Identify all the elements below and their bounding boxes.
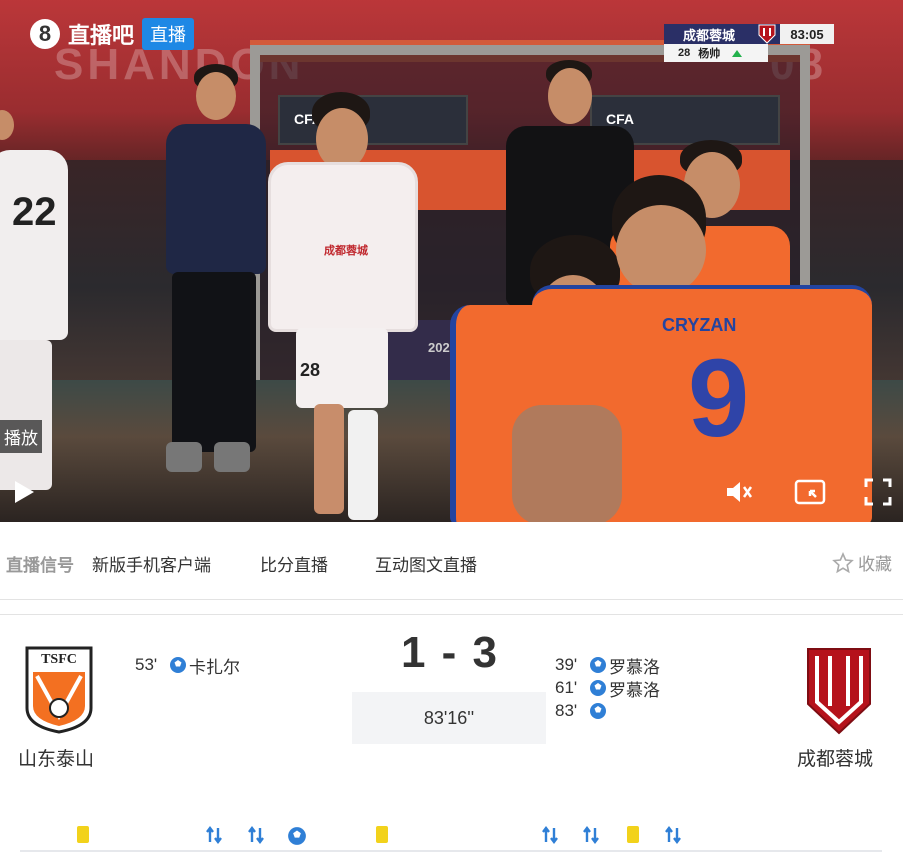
away-team-name[interactable]: 成都蓉城 bbox=[797, 744, 873, 771]
match-clock-text: 83'16'' bbox=[423, 707, 475, 728]
goal-scorer: 罗慕洛 bbox=[609, 657, 660, 677]
yellow-card-icon[interactable] bbox=[627, 826, 639, 843]
jersey-number: 9 bbox=[688, 337, 750, 460]
yellow-card-icon[interactable] bbox=[376, 826, 388, 843]
scorebug-team: 成都蓉城 bbox=[664, 24, 754, 44]
home-goal-row: 53' 卡扎尔 bbox=[135, 654, 240, 677]
jersey-number: 22 bbox=[12, 190, 57, 234]
favorite-button[interactable]: 收藏 bbox=[832, 550, 892, 575]
match-score: 1 - 3 bbox=[400, 628, 500, 677]
play-tooltip: 播放 bbox=[0, 420, 42, 453]
goal-scorer: 卡扎尔 bbox=[189, 657, 240, 677]
volume-icon bbox=[727, 482, 753, 502]
tv-scorebug: 成都蓉城 83:05 28 杨帅 bbox=[664, 24, 834, 64]
goal-icon[interactable] bbox=[287, 826, 307, 851]
football-icon bbox=[590, 680, 606, 696]
substitution-icon[interactable] bbox=[541, 826, 559, 849]
favorite-label: 收藏 bbox=[858, 555, 892, 574]
football-icon bbox=[590, 657, 606, 673]
chengdu-crest-icon bbox=[807, 648, 871, 735]
signal-link-mobile-app[interactable]: 新版手机客户端 bbox=[92, 551, 211, 576]
goal-scorer: 罗慕洛 bbox=[609, 680, 660, 700]
home-team-crest[interactable]: TSFC bbox=[25, 646, 93, 734]
play-icon bbox=[15, 481, 34, 503]
substitution-icon[interactable] bbox=[664, 826, 682, 849]
away-goal-row: 61' 罗慕洛 bbox=[555, 677, 660, 700]
substitution-icon[interactable] bbox=[582, 826, 600, 849]
home-crest-text: TSFC bbox=[41, 652, 77, 667]
live-signal-bar: 直播信号 新版手机客户端 比分直播 互动图文直播 收藏 bbox=[0, 522, 903, 600]
signal-link-score-live[interactable]: 比分直播 bbox=[260, 551, 328, 576]
live-signal-label: 直播信号 bbox=[6, 556, 74, 575]
live-badge: 直播 bbox=[142, 18, 195, 50]
sub-player: 杨帅 bbox=[698, 48, 721, 60]
substitution-icon[interactable] bbox=[205, 826, 223, 849]
goal-minute: 39' bbox=[555, 655, 578, 674]
fullscreen-icon bbox=[864, 478, 892, 506]
scorebug-substitution: 28 杨帅 bbox=[664, 44, 768, 62]
player-orange-9: CRYZAN 9 bbox=[512, 175, 902, 522]
jersey-number: 28 bbox=[300, 360, 321, 380]
brand-name: 直播吧 bbox=[68, 24, 135, 49]
yellow-card-icon[interactable] bbox=[77, 826, 89, 843]
fullscreen-button[interactable] bbox=[860, 476, 896, 508]
zhibo8-logo-icon: 8 bbox=[30, 19, 60, 49]
away-goal-row: 39' 罗慕洛 bbox=[555, 654, 660, 677]
volume-button[interactable] bbox=[722, 476, 756, 508]
goal-minute: 53' bbox=[135, 655, 158, 674]
substitution-icon[interactable] bbox=[247, 826, 265, 849]
jersey-name: CRYZAN bbox=[662, 315, 737, 335]
home-team-name[interactable]: 山东泰山 bbox=[18, 744, 94, 771]
football-icon bbox=[590, 703, 606, 719]
scorebug-time: 83:05 bbox=[780, 24, 834, 44]
away-team-crest[interactable] bbox=[805, 646, 873, 736]
star-icon bbox=[832, 551, 854, 573]
player-white-28: 成都蓉城 28 bbox=[252, 92, 422, 522]
sub-number: 28 bbox=[678, 47, 691, 59]
pip-icon bbox=[794, 479, 826, 505]
away-goal-row: 83' bbox=[555, 700, 609, 722]
football-icon bbox=[170, 657, 186, 673]
player-white-22: 22 bbox=[0, 110, 80, 520]
video-player[interactable]: SHANDON 08 CFA CFA 2025 22 成都蓉城 28 bbox=[0, 0, 903, 522]
sub-in-arrow-icon bbox=[732, 49, 743, 57]
goal-minute: 83' bbox=[555, 701, 578, 720]
chengdu-crest-icon bbox=[754, 24, 780, 44]
signal-link-text-live[interactable]: 互动图文直播 bbox=[375, 551, 477, 576]
play-button[interactable] bbox=[8, 476, 40, 508]
goal-minute: 61' bbox=[555, 678, 578, 697]
broadcast-brand: 8 直播吧 直播 bbox=[30, 18, 195, 50]
pip-button[interactable] bbox=[793, 476, 827, 508]
match-timeline bbox=[20, 850, 882, 852]
match-clock: 83'16'' bbox=[352, 692, 546, 744]
